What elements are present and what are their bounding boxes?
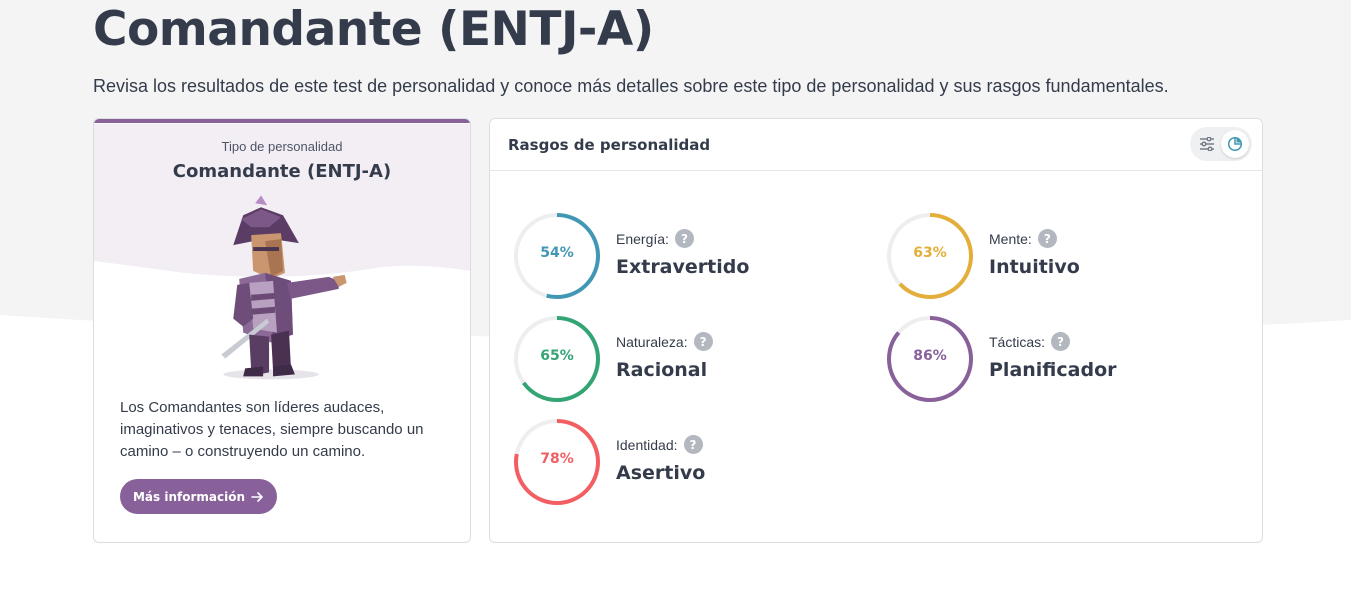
help-icon[interactable]: ? xyxy=(693,332,713,351)
trait-percent: 63% xyxy=(913,245,947,261)
trait-label: Naturaleza: xyxy=(616,333,688,350)
trait-label: Identidad: xyxy=(616,436,678,453)
trait-label-row: Energía: ? xyxy=(616,229,694,248)
more-info-button-label: Más información xyxy=(132,489,245,504)
sliders-view-button[interactable] xyxy=(1193,130,1221,158)
trait-value: Racional xyxy=(616,359,708,381)
personality-traits-card: Rasgos de personalidad 54% Energía: ? Ex… xyxy=(489,118,1263,543)
trait-percent: 65% xyxy=(540,348,574,364)
trait-percent: 86% xyxy=(913,348,947,364)
help-icon[interactable]: ? xyxy=(683,435,703,454)
sliders-icon xyxy=(1200,137,1214,151)
trait-tactics: 86% Tácticas: ? Planificador xyxy=(885,314,1225,404)
trait-label: Energía: xyxy=(616,230,669,247)
trait-label: Mente: xyxy=(989,230,1032,247)
traits-card-title: Rasgos de personalidad xyxy=(508,136,711,154)
trait-value: Extravertido xyxy=(616,256,750,278)
trait-label-row: Identidad: ? xyxy=(616,435,703,454)
pie-chart-view-button[interactable] xyxy=(1221,130,1249,158)
help-icon[interactable]: ? xyxy=(674,229,694,248)
results-page: Comandante (ENTJ-A) Revisa los resultado… xyxy=(0,0,1351,593)
personality-type-kicker: Tipo de personalidad xyxy=(221,139,343,154)
trait-identity: 78% Identidad: ? Asertivo xyxy=(512,417,852,507)
trait-nature: 65% Naturaleza: ? Racional xyxy=(512,314,852,404)
help-icon[interactable]: ? xyxy=(1051,332,1071,351)
personality-type-card: Tipo de personalidad Comandante (ENTJ-A)… xyxy=(93,118,471,543)
trait-label-row: Tácticas: ? xyxy=(989,332,1071,351)
trait-label: Tácticas: xyxy=(989,333,1046,350)
arrow-right-icon xyxy=(251,491,263,502)
help-icon[interactable]: ? xyxy=(1037,229,1057,248)
traits-card-header: Rasgos de personalidad xyxy=(490,119,1262,171)
trait-value: Planificador xyxy=(989,359,1117,381)
trait-label-row: Naturaleza: ? xyxy=(616,332,713,351)
trait-value: Intuitivo xyxy=(989,256,1080,278)
page-title: Comandante (ENTJ-A) xyxy=(93,2,654,57)
trait-percent: 78% xyxy=(540,451,574,467)
trait-label-row: Mente: ? xyxy=(989,229,1057,248)
trait-energy: 54% Energía: ? Extravertido xyxy=(512,211,852,301)
personality-type-description: Los Comandantes son líderes audaces, ima… xyxy=(120,399,424,460)
personality-type-name: Comandante (ENTJ-A) xyxy=(172,161,392,182)
view-toggle xyxy=(1190,127,1252,161)
more-info-button[interactable]: Más información xyxy=(120,479,277,514)
pie-chart-icon xyxy=(1227,136,1243,152)
trait-mind: 63% Mente: ? Intuitivo xyxy=(885,211,1225,301)
trait-percent: 54% xyxy=(540,245,574,261)
page-subtitle: Revisa los resultados de este test de pe… xyxy=(93,76,1169,96)
trait-value: Asertivo xyxy=(616,462,706,484)
